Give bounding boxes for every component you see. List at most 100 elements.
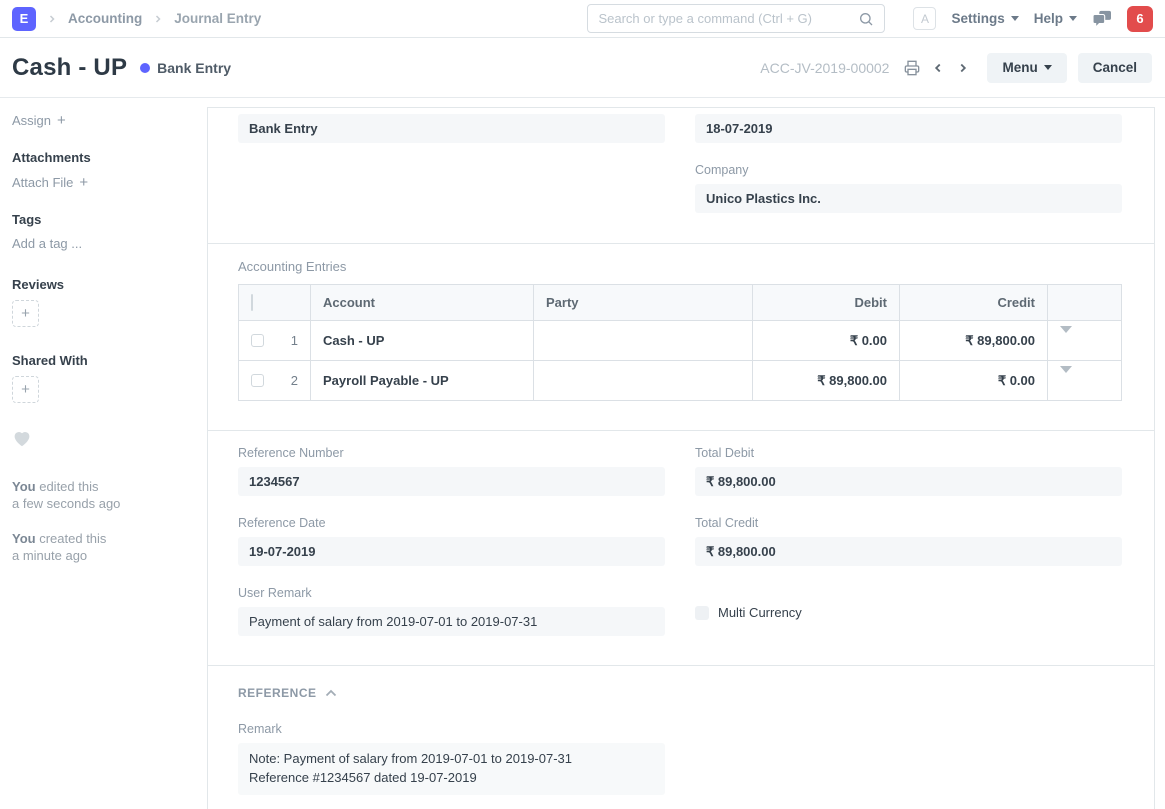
- avatar[interactable]: A: [913, 7, 936, 30]
- account-cell[interactable]: Payroll Payable - UP: [311, 361, 534, 401]
- chevron-right-icon: [46, 13, 58, 25]
- company-label: Company: [695, 163, 1122, 177]
- plus-icon: +: [21, 381, 30, 398]
- credit-cell[interactable]: ₹ 89,800.00: [900, 321, 1048, 361]
- credit-cell[interactable]: ₹ 0.00: [900, 361, 1048, 401]
- search-input[interactable]: [598, 11, 858, 26]
- page-title: Cash - UP: [12, 54, 127, 82]
- attach-file-button[interactable]: Attach File +: [12, 175, 192, 190]
- column-header-credit: Credit: [900, 285, 1048, 321]
- attachments-heading: Attachments: [12, 150, 192, 165]
- chevron-right-icon: [152, 13, 164, 25]
- multi-currency-field: Multi Currency: [695, 586, 1122, 620]
- menu-button[interactable]: Menu: [987, 53, 1066, 83]
- reference-section-toggle[interactable]: REFERENCE: [238, 686, 1122, 700]
- entry-type-field: Bank Entry: [238, 114, 665, 143]
- add-share-button[interactable]: +: [12, 376, 39, 403]
- chat-icon[interactable]: [1092, 10, 1112, 28]
- navbar: E Accounting Journal Entry A Settings He…: [0, 0, 1165, 38]
- total-debit-field: ₹ 89,800.00: [695, 467, 1122, 496]
- next-document-icon[interactable]: [956, 61, 970, 75]
- section-accounting-entries: Accounting Entries Account Party Debit C…: [208, 244, 1154, 431]
- posting-date-field: 18-07-2019: [695, 114, 1122, 143]
- reference-number-label: Reference Number: [238, 446, 665, 460]
- party-cell[interactable]: [534, 321, 753, 361]
- grid-row[interactable]: 1 Cash - UP ₹ 0.00 ₹ 89,800.00: [239, 321, 1122, 361]
- total-debit-label: Total Debit: [695, 446, 1122, 460]
- caret-down-icon: [1069, 16, 1077, 21]
- column-header-account: Account: [311, 285, 534, 321]
- app-logo[interactable]: E: [12, 7, 36, 31]
- plus-icon: +: [57, 113, 66, 128]
- remark-field: Note: Payment of salary from 2019-07-01 …: [238, 743, 665, 795]
- status-indicator: Bank Entry: [140, 60, 231, 76]
- remark-label: Remark: [238, 722, 1122, 736]
- section-reference: REFERENCE Remark Note: Payment of salary…: [208, 666, 1154, 809]
- section-reference-totals: Reference Number 1234567 Reference Date …: [208, 431, 1154, 666]
- row-checkbox[interactable]: [251, 334, 264, 347]
- reviews-heading: Reviews: [12, 277, 192, 292]
- debit-cell[interactable]: ₹ 0.00: [753, 321, 900, 361]
- user-remark-field: Payment of salary from 2019-07-01 to 201…: [238, 607, 665, 636]
- row-checkbox[interactable]: [251, 374, 264, 387]
- print-icon[interactable]: [904, 60, 920, 76]
- status-indicator-dot: [140, 63, 150, 73]
- row-expand-caret-icon[interactable]: [1060, 366, 1072, 388]
- assign-button[interactable]: Assign +: [12, 113, 192, 128]
- party-cell[interactable]: [534, 361, 753, 401]
- row-index: 1: [291, 333, 298, 348]
- caret-down-icon: [1044, 65, 1052, 70]
- search-icon: [858, 11, 874, 27]
- reference-date-label: Reference Date: [238, 516, 665, 530]
- page-head: Cash - UP Bank Entry ACC-JV-2019-00002 M…: [0, 38, 1165, 98]
- prev-document-icon[interactable]: [931, 61, 945, 75]
- total-credit-label: Total Credit: [695, 516, 1122, 530]
- multi-currency-checkbox: [695, 606, 709, 620]
- plus-icon: +: [21, 305, 30, 322]
- section-details: Bank Entry 18-07-2019 Company Unico Plas…: [208, 108, 1154, 244]
- add-tag-input[interactable]: Add a tag ...: [12, 236, 192, 251]
- add-review-button[interactable]: +: [12, 300, 39, 327]
- breadcrumb-accounting[interactable]: Accounting: [68, 11, 142, 26]
- caret-down-icon: [1011, 16, 1019, 21]
- main-area: Assign + Attachments Attach File + Tags …: [0, 98, 1165, 809]
- cancel-button[interactable]: Cancel: [1078, 53, 1152, 83]
- global-search[interactable]: [587, 4, 885, 33]
- select-all-checkbox[interactable]: [251, 294, 253, 311]
- notifications-badge[interactable]: 6: [1127, 6, 1153, 32]
- reference-section-title: REFERENCE: [238, 686, 317, 700]
- accounting-entries-grid: Account Party Debit Credit 1 Cash - UP: [238, 284, 1122, 401]
- multi-currency-label: Multi Currency: [718, 605, 802, 620]
- form-sidebar: Assign + Attachments Attach File + Tags …: [0, 107, 207, 809]
- timeline-entry: You created this a minute ago: [12, 530, 192, 564]
- timeline-entry: You edited this a few seconds ago: [12, 478, 192, 512]
- user-remark-label: User Remark: [238, 586, 665, 600]
- shared-with-heading: Shared With: [12, 353, 192, 368]
- grid-row[interactable]: 2 Payroll Payable - UP ₹ 89,800.00 ₹ 0.0…: [239, 361, 1122, 401]
- heart-icon: [12, 429, 32, 447]
- chevron-up-icon: [325, 689, 337, 697]
- document-id: ACC-JV-2019-00002: [760, 60, 889, 76]
- company-field: Unico Plastics Inc.: [695, 184, 1122, 213]
- column-header-debit: Debit: [753, 285, 900, 321]
- like-button[interactable]: [12, 429, 192, 450]
- help-label: Help: [1034, 11, 1063, 26]
- row-expand-caret-icon[interactable]: [1060, 326, 1072, 348]
- total-credit-field: ₹ 89,800.00: [695, 537, 1122, 566]
- debit-cell[interactable]: ₹ 89,800.00: [753, 361, 900, 401]
- reference-number-field: 1234567: [238, 467, 665, 496]
- form-layout: Bank Entry 18-07-2019 Company Unico Plas…: [207, 107, 1155, 809]
- row-index: 2: [291, 373, 298, 388]
- help-menu[interactable]: Help: [1034, 11, 1077, 26]
- accounting-entries-label: Accounting Entries: [238, 259, 1122, 274]
- account-cell[interactable]: Cash - UP: [311, 321, 534, 361]
- grid-header-row: Account Party Debit Credit: [239, 285, 1122, 321]
- settings-label: Settings: [951, 11, 1004, 26]
- plus-icon: +: [79, 175, 88, 190]
- settings-menu[interactable]: Settings: [951, 11, 1018, 26]
- column-header-party: Party: [534, 285, 753, 321]
- reference-date-field: 19-07-2019: [238, 537, 665, 566]
- tags-heading: Tags: [12, 212, 192, 227]
- status-indicator-label: Bank Entry: [157, 60, 231, 76]
- breadcrumb-journal-entry[interactable]: Journal Entry: [174, 11, 261, 26]
